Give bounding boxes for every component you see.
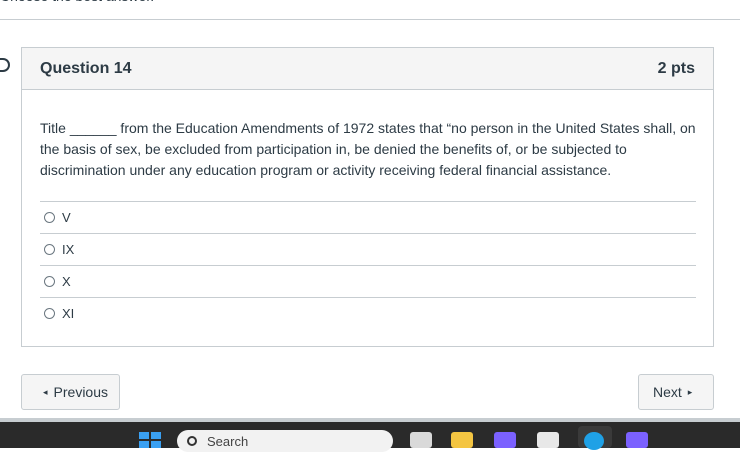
store-icon[interactable] [537, 432, 559, 448]
question-title: Question 14 [40, 59, 132, 77]
file-explorer-icon[interactable] [410, 432, 432, 448]
radio-button[interactable] [44, 212, 55, 223]
previous-button[interactable]: ◂ Previous [21, 374, 120, 410]
edge-icon[interactable] [584, 432, 604, 450]
answer-list: V IX X XI [40, 201, 696, 329]
search-label: Search [207, 433, 249, 449]
chevron-right-icon: ▸ [687, 386, 693, 397]
next-button[interactable]: Next ▸ [638, 374, 714, 410]
taskbar-search[interactable]: Search [177, 430, 393, 452]
answer-label: V [62, 210, 71, 225]
answer-option[interactable]: V [40, 202, 696, 234]
chevron-left-icon: ◂ [43, 386, 48, 397]
radio-button[interactable] [44, 244, 55, 255]
question-text: Title ______ from the Education Amendmen… [40, 120, 696, 178]
folder-icon[interactable] [451, 432, 473, 448]
answer-option[interactable]: X [40, 266, 696, 298]
answer-label: IX [62, 242, 75, 257]
radio-button[interactable] [44, 276, 55, 287]
answer-option[interactable]: XI [40, 298, 696, 329]
search-icon [187, 436, 197, 446]
answer-label: XI [62, 306, 75, 321]
divider [0, 19, 740, 20]
next-label: Next [653, 384, 682, 400]
question-card: Question 14 2 pts Title ______ from the … [21, 47, 714, 347]
windows-start-icon[interactable] [139, 432, 161, 448]
flag-question-icon[interactable] [0, 58, 10, 72]
instructions-text: Choose the best answer. [0, 0, 154, 8]
copilot-app-icon[interactable] [626, 432, 648, 448]
question-header: Question 14 2 pts [22, 48, 713, 90]
previous-label: Previous [53, 384, 108, 400]
copilot-icon[interactable] [494, 432, 516, 448]
radio-button[interactable] [44, 308, 55, 319]
answer-option[interactable]: IX [40, 234, 696, 266]
taskbar: Search [0, 422, 740, 452]
answer-label: X [62, 274, 71, 289]
question-points: 2 pts [657, 59, 695, 77]
